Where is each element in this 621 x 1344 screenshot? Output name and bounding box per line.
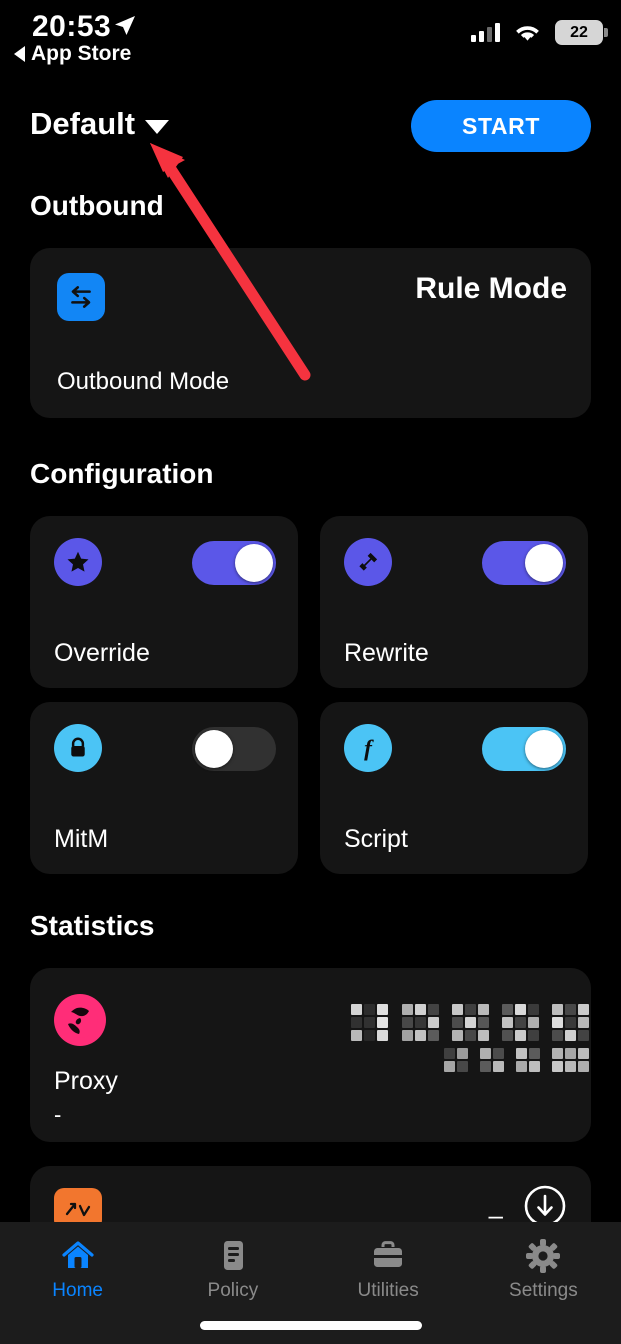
- star-icon: [54, 538, 102, 586]
- config-card-override[interactable]: Override: [30, 516, 298, 688]
- config-label-override: Override: [54, 639, 150, 667]
- toggle-knob: [525, 544, 563, 582]
- bottom-tab-bar: Home Policy Utilities Settings: [0, 1222, 621, 1344]
- config-label-rewrite: Rewrite: [344, 639, 429, 667]
- back-label: App Store: [31, 42, 132, 65]
- profile-name: Default: [30, 106, 136, 141]
- config-label-script: Script: [344, 825, 408, 853]
- proxy-name: Proxy: [54, 1067, 118, 1095]
- tab-settings[interactable]: Settings: [466, 1236, 621, 1302]
- tab-label-policy: Policy: [207, 1280, 259, 1301]
- toggle-knob: [195, 730, 233, 768]
- app-screen: 20:53 App Store 22 Default START Outboun…: [0, 0, 621, 1344]
- location-arrow-icon: [115, 16, 135, 35]
- section-title-configuration: Configuration: [30, 458, 214, 489]
- gear-icon: [523, 1236, 563, 1276]
- wifi-icon: [516, 25, 539, 41]
- toggle-rewrite[interactable]: [482, 541, 566, 585]
- briefcase-icon: [368, 1236, 408, 1276]
- toggle-script[interactable]: [482, 727, 566, 771]
- tab-label-home: Home: [52, 1280, 103, 1301]
- swap-arrows-icon: [57, 273, 105, 321]
- app-header: Default START: [0, 100, 621, 160]
- tab-utilities[interactable]: Utilities: [311, 1236, 466, 1302]
- config-label-mitm: MitM: [54, 825, 109, 853]
- status-bar: 20:53 App Store 22: [0, 0, 621, 68]
- home-icon: [58, 1236, 98, 1276]
- tab-home[interactable]: Home: [0, 1236, 155, 1302]
- toggle-knob: [235, 544, 273, 582]
- function-icon: f: [344, 724, 392, 772]
- document-icon: [213, 1236, 253, 1276]
- cellular-signal-icon: [471, 23, 500, 42]
- redacted-proxy-value-line1: [351, 1004, 591, 1043]
- config-card-rewrite[interactable]: Rewrite: [320, 516, 588, 688]
- lock-icon: [54, 724, 102, 772]
- svg-text:f: f: [364, 736, 374, 762]
- outbound-mode-value: Rule Mode: [415, 272, 567, 305]
- section-title-statistics: Statistics: [30, 910, 155, 941]
- battery-indicator: 22: [555, 20, 608, 45]
- redacted-proxy-value-line2: [444, 1048, 591, 1074]
- config-card-mitm[interactable]: MitM: [30, 702, 298, 874]
- config-card-script[interactable]: f Script: [320, 702, 588, 874]
- toggle-mitm[interactable]: [192, 727, 276, 771]
- tab-label-utilities: Utilities: [357, 1280, 419, 1301]
- home-indicator: [199, 1321, 422, 1330]
- battery-level: 22: [570, 23, 588, 41]
- outbound-mode-label: Outbound Mode: [57, 368, 230, 395]
- profile-dropdown[interactable]: Default: [30, 106, 170, 142]
- toggle-override[interactable]: [192, 541, 276, 585]
- chevron-down-icon[interactable]: [145, 119, 170, 134]
- tab-policy[interactable]: Policy: [155, 1236, 310, 1302]
- tab-label-settings: Settings: [509, 1280, 578, 1301]
- status-bar-indicators: 22: [471, 20, 608, 45]
- toggle-knob: [525, 730, 563, 768]
- globe-icon: [54, 994, 106, 1046]
- proxy-sub-value: -: [54, 1102, 62, 1127]
- hammer-icon: [344, 538, 392, 586]
- status-bar-time: 20:53: [32, 10, 112, 43]
- outbound-mode-card[interactable]: Rule Mode Outbound Mode: [30, 248, 591, 418]
- start-button[interactable]: START: [411, 100, 591, 152]
- back-triangle-icon: [14, 46, 25, 62]
- back-to-app-store-button[interactable]: App Store: [14, 42, 131, 66]
- section-title-outbound: Outbound: [30, 190, 164, 221]
